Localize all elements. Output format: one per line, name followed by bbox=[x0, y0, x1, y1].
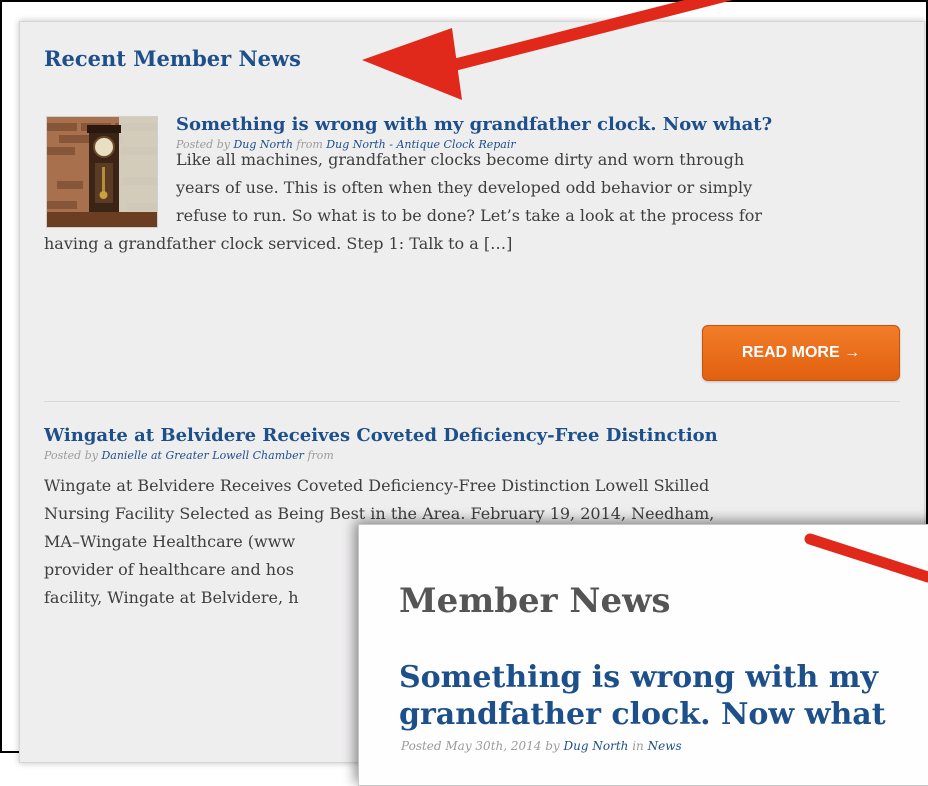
overlay-post-title[interactable]: Something is wrong with my grandfather c… bbox=[399, 659, 886, 733]
meta-prefix: Posted May 30th, 2014 by bbox=[401, 739, 560, 753]
post-2-title[interactable]: Wingate at Belvidere Receives Coveted De… bbox=[44, 425, 718, 446]
post-1-excerpt: Like all machines, grandfather clocks be… bbox=[44, 146, 914, 258]
excerpt-line: Wingate at Belvidere Receives Coveted De… bbox=[44, 476, 710, 495]
excerpt-line: years of use. This is often when they de… bbox=[176, 178, 753, 197]
overlay-title-line: Something is wrong with my bbox=[399, 660, 878, 695]
meta-in: in bbox=[632, 739, 644, 753]
meta-category-link[interactable]: News bbox=[648, 739, 682, 753]
excerpt-line: having a grandfather clock serviced. Ste… bbox=[44, 234, 513, 253]
red-arrow-icon bbox=[804, 533, 928, 583]
post-2-byline: Posted by Danielle at Greater Lowell Cha… bbox=[44, 449, 334, 462]
meta-author-link[interactable]: Dug North bbox=[564, 739, 629, 753]
post-1-title[interactable]: Something is wrong with my grandfather c… bbox=[176, 114, 772, 135]
excerpt-line: Like all machines, grandfather clocks be… bbox=[176, 150, 745, 169]
from-label: from bbox=[307, 449, 334, 462]
red-arrow-icon bbox=[362, 0, 733, 100]
overlay-post-meta: Posted May 30th, 2014 by Dug North in Ne… bbox=[401, 739, 682, 753]
post-2-author-link[interactable]: Danielle at Greater Lowell Chamber bbox=[101, 449, 304, 462]
excerpt-line: refuse to run. So what is to be done? Le… bbox=[176, 206, 763, 225]
read-more-button[interactable]: READ MORE → bbox=[702, 325, 900, 381]
posted-by-label: Posted by bbox=[44, 449, 98, 462]
member-news-heading: Member News bbox=[399, 581, 671, 621]
overlay-title-line: grandfather clock. Now what bbox=[399, 697, 886, 732]
widget-title: Recent Member News bbox=[44, 46, 301, 71]
post-divider bbox=[44, 401, 900, 402]
